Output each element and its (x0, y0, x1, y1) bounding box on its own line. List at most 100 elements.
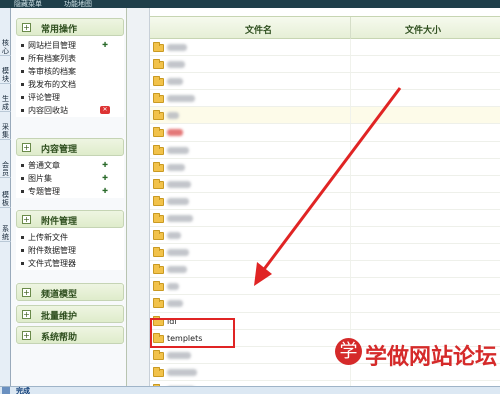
column-header-filename[interactable]: 文件名 (245, 23, 272, 36)
add-icon[interactable]: ✚ (100, 161, 110, 169)
bullet-icon (21, 236, 24, 239)
sidebar-panel: + 常用操作网站栏目管理 ✚ 所有档案列表 等审核的档案 我发布的文档 评论管理 内容回收站 ✕ (16, 18, 124, 117)
expand-toggle-icon[interactable]: + (22, 288, 31, 297)
add-icon[interactable]: ✚ (100, 41, 110, 49)
folder-icon (153, 144, 164, 155)
file-row[interactable] (150, 124, 500, 142)
file-row[interactable] (150, 261, 500, 279)
row-column-divider (350, 73, 351, 90)
file-row[interactable] (150, 141, 500, 159)
panel-header[interactable]: + 批量维护 (16, 305, 124, 323)
obscured-filename[interactable] (167, 163, 185, 171)
vertical-tab[interactable]: 会员 (0, 160, 11, 178)
file-row[interactable] (150, 278, 500, 296)
vertical-tab[interactable]: 模板 (0, 190, 11, 208)
sidebar-menu-item[interactable]: 文件式管理器 (16, 257, 124, 270)
row-column-divider (350, 209, 351, 227)
obscured-filename[interactable] (167, 44, 187, 51)
file-row[interactable] (150, 158, 500, 176)
file-row[interactable] (150, 39, 500, 57)
obscured-filename[interactable] (167, 180, 191, 188)
row-column-divider (350, 192, 351, 209)
file-row[interactable] (150, 192, 500, 210)
vertical-tab[interactable]: 生成 (0, 94, 11, 112)
row-column-divider (350, 124, 351, 141)
row-column-divider (350, 363, 351, 380)
sidebar-menu-item[interactable]: 专题管理 ✚ (16, 185, 124, 198)
panel-header[interactable]: + 内容管理 (16, 138, 124, 156)
vertical-tab-bar: 核心模块生成采集会员模板系统 (0, 8, 11, 386)
obscured-filename[interactable] (167, 266, 187, 274)
obscured-filename[interactable] (167, 78, 183, 86)
obscured-filename[interactable] (167, 351, 191, 359)
expand-toggle-icon[interactable]: + (22, 310, 31, 319)
sidebar-menu-item[interactable]: 普通文章 ✚ (16, 159, 124, 172)
panel-header[interactable]: + 系统帮助 (16, 326, 124, 344)
sidebar-menu-item[interactable]: 图片集 ✚ (16, 172, 124, 185)
status-text: 完成 (16, 387, 30, 394)
row-column-divider (350, 278, 351, 295)
file-row[interactable] (150, 227, 500, 245)
folder-icon (153, 281, 164, 292)
sidebar-menu-item[interactable]: 等审核的档案 (16, 65, 124, 78)
file-row[interactable] (150, 175, 500, 193)
row-column-divider (350, 158, 351, 175)
vertical-tab[interactable]: 采集 (0, 122, 11, 140)
sidebar-menu-item[interactable]: 上传新文件 (16, 231, 124, 244)
panel-header[interactable]: + 附件管理 (16, 210, 124, 228)
delete-icon[interactable]: ✕ (100, 106, 110, 114)
sidebar-menu-item[interactable]: 内容回收站 ✕ (16, 104, 124, 117)
add-icon[interactable]: ✚ (100, 174, 110, 182)
panel-header[interactable]: + 频道模型 (16, 283, 124, 301)
sidebar-menu-item[interactable]: 我发布的文档 (16, 78, 124, 91)
bullet-icon (21, 109, 24, 112)
obscured-filename[interactable] (167, 300, 183, 308)
obscured-filename[interactable] (167, 129, 183, 137)
expand-toggle-icon[interactable]: + (22, 23, 31, 32)
sidebar-panel: + 系统帮助 (16, 326, 124, 344)
menu-item-label: 网站栏目管理 (28, 41, 76, 50)
row-column-divider (350, 90, 351, 107)
file-row[interactable] (150, 56, 500, 74)
sidebar-menu-item[interactable]: 网站栏目管理 ✚ (16, 39, 124, 52)
obscured-filename[interactable] (167, 61, 185, 69)
bullet-icon (21, 249, 24, 252)
add-icon[interactable]: ✚ (100, 187, 110, 195)
file-row[interactable] (150, 73, 500, 91)
row-column-divider (350, 141, 351, 158)
obscured-filename[interactable] (167, 249, 189, 257)
folder-icon (153, 110, 164, 121)
expand-toggle-icon[interactable]: + (22, 215, 31, 224)
file-row[interactable] (150, 209, 500, 228)
obscured-filename[interactable] (167, 197, 189, 205)
vertical-tab[interactable]: 模块 (0, 66, 11, 84)
folder-icon (153, 195, 164, 206)
sidebar-menu-item[interactable]: 附件数据管理 (16, 244, 124, 257)
column-header-filesize[interactable]: 文件大小 (405, 23, 441, 36)
file-row[interactable] (150, 107, 500, 125)
obscured-filename[interactable] (167, 95, 195, 103)
status-bar: 完成 (0, 386, 500, 394)
folder-icon (153, 247, 164, 258)
panel-header[interactable]: + 常用操作 (16, 18, 124, 36)
file-table-header: 文件名 文件大小 (150, 16, 500, 40)
expand-toggle-icon[interactable]: + (22, 143, 31, 152)
row-column-divider (350, 261, 351, 278)
obscured-filename[interactable] (167, 232, 181, 240)
bullet-icon (21, 44, 24, 47)
obscured-filename[interactable] (167, 368, 197, 376)
sidebar-menu-item[interactable]: 所有档案列表 (16, 52, 124, 65)
obscured-filename[interactable] (167, 214, 193, 222)
bullet-icon (21, 262, 24, 265)
file-row[interactable] (150, 295, 500, 313)
cms-admin-window: 隐藏菜单 功能地图 核心 模块 生成 采集 会员 模板 系统 + 常用操作 网站栏目管理 ✚ 所有档… (0, 0, 500, 394)
vertical-tab[interactable]: 核心 (0, 38, 11, 56)
obscured-filename[interactable] (167, 146, 189, 154)
sidebar-menu-item[interactable]: 评论管理 (16, 91, 124, 104)
expand-toggle-icon[interactable]: + (22, 331, 31, 340)
obscured-filename[interactable] (167, 283, 179, 291)
vertical-tab[interactable]: 系统 (0, 224, 11, 242)
obscured-filename[interactable] (167, 112, 179, 120)
file-row[interactable] (150, 244, 500, 262)
file-row[interactable] (150, 90, 500, 108)
